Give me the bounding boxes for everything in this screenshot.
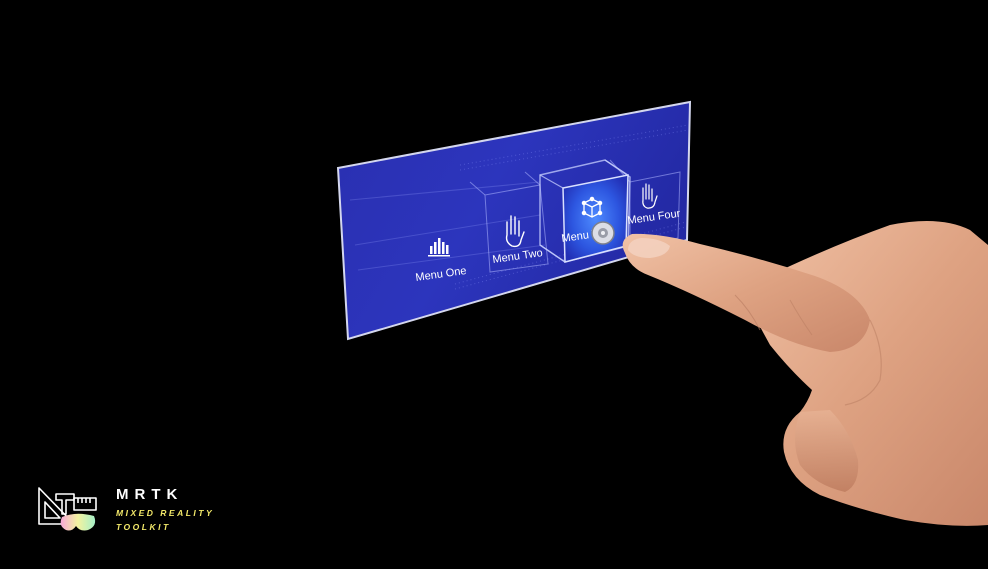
logo-title: MRTK (116, 486, 184, 503)
mixed-reality-scene: Menu One Menu Two Menu Th Menu Four MRTK… (0, 0, 988, 569)
logo-subtitle-line1: MIXED REALITY (116, 508, 215, 518)
logo-subtitle-line2: TOOLKIT (116, 522, 171, 532)
mrtk-logo: MRTK MIXED REALITY TOOLKIT (36, 484, 236, 544)
pointing-hand (622, 221, 988, 526)
mrtk-logo-icon (38, 487, 97, 531)
finger-cursor (591, 221, 615, 245)
